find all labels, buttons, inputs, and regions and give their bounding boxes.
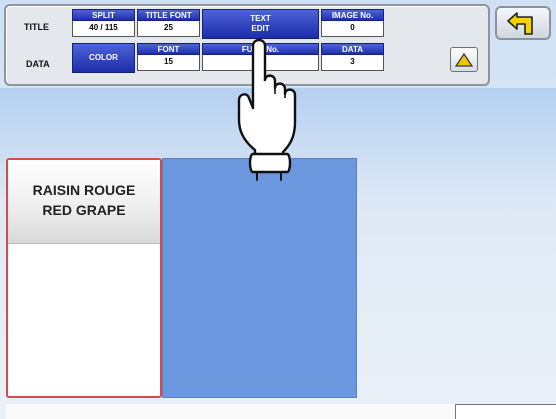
item-name-box[interactable]: RAISIN ROUGE RED GRAPE — [6, 158, 162, 398]
title-font-header: TITLE FONT — [137, 9, 200, 21]
data-row-label: DATA — [26, 59, 50, 69]
font-header: FONT — [137, 43, 200, 55]
bottom-right-box — [455, 404, 556, 419]
title-font-value: 25 — [137, 21, 200, 37]
split-header: SPLIT — [72, 9, 135, 21]
func-no-header: FUNC No. — [202, 43, 319, 55]
text-edit-button[interactable]: TEXT EDIT — [202, 9, 319, 39]
font-value: 15 — [137, 55, 200, 71]
image-no-field[interactable]: IMAGE No. 0 — [321, 9, 384, 37]
title-row-label: TITLE — [24, 22, 49, 32]
font-field[interactable]: FONT 15 — [137, 43, 200, 71]
data-header: DATA — [321, 43, 384, 55]
data-value: 3 — [321, 55, 384, 71]
color-button[interactable]: COLOR — [72, 43, 135, 73]
return-arrow-icon — [507, 12, 533, 35]
title-font-field[interactable]: TITLE FONT 25 — [137, 9, 200, 37]
item-name-header: RAISIN ROUGE RED GRAPE — [8, 160, 160, 244]
split-value: 40 / 115 — [72, 21, 135, 37]
triangle-up-icon — [455, 52, 473, 67]
scroll-up-button[interactable] — [450, 47, 478, 72]
data-field[interactable]: DATA 3 — [321, 43, 384, 71]
image-no-value: 0 — [321, 21, 384, 37]
text-edit-line2: EDIT — [251, 24, 270, 33]
split-field[interactable]: SPLIT 40 / 115 — [72, 9, 135, 37]
item-name-line2: RED GRAPE — [42, 202, 126, 218]
image-no-header: IMAGE No. — [321, 9, 384, 21]
text-edit-line1: TEXT — [250, 14, 271, 23]
back-button[interactable] — [495, 6, 551, 40]
bottom-strip — [6, 404, 455, 419]
label-preview-area[interactable] — [162, 158, 357, 398]
func-no-field[interactable]: FUNC No. 1 — [202, 43, 319, 71]
settings-panel: TITLE DATA SPLIT 40 / 115 TITLE FONT 25 … — [4, 4, 490, 86]
func-no-value: 1 — [202, 55, 319, 71]
item-name-line1: RAISIN ROUGE — [32, 182, 136, 198]
